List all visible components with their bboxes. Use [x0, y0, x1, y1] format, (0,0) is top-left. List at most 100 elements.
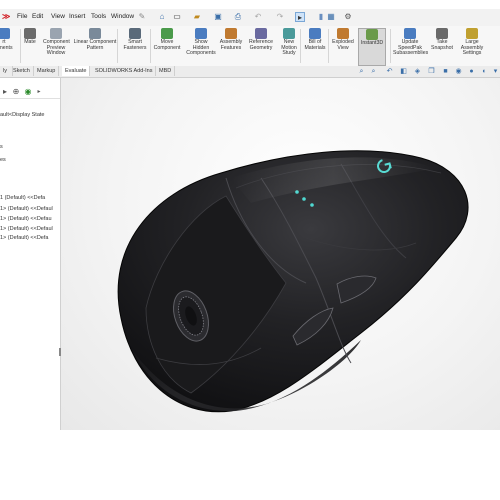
ribbon-command-label: Instant3D — [360, 40, 384, 46]
ribbon-command-label: rt onents — [0, 39, 13, 51]
zoom-area-icon[interactable]: ⌕ — [369, 67, 378, 76]
ribbon-command-13[interactable]: Update SpeedPak Subassemblies — [393, 28, 429, 57]
new-document-icon[interactable]: ▭ — [172, 12, 182, 22]
tab-mbd[interactable]: MBD — [156, 66, 176, 76]
view-orientation-icon[interactable]: ❒ — [427, 67, 436, 76]
save-icon[interactable]: ▣ — [213, 12, 223, 22]
ribbon-command-label: Bill of Materials — [304, 39, 326, 51]
ribbon-command-4[interactable]: Smart Fasteners — [121, 28, 149, 51]
large-assembly-icon — [466, 28, 478, 39]
command-manager-ribbon: rt onents Mate Component Preview WindowLin… — [0, 26, 500, 67]
redo-icon[interactable]: ↷ — [275, 12, 285, 22]
dim-xpert-icon[interactable]: ⊕ — [11, 87, 21, 97]
insert-components-icon — [0, 28, 10, 39]
ribbon-command-11[interactable]: Exploded View — [331, 28, 355, 51]
exploded-view-icon — [337, 28, 349, 39]
ribbon-command-label: Large Assembly Settings — [460, 39, 484, 57]
ribbon-command-14[interactable]: Take Snapshot — [431, 28, 453, 51]
display-manager-icon[interactable]: ◉ — [23, 87, 33, 97]
ribbon-separator — [328, 29, 329, 63]
view-settings-icon[interactable]: ▾ — [491, 67, 500, 76]
pin-icon[interactable]: ✎ — [137, 12, 147, 22]
menu-file[interactable]: File — [17, 13, 27, 20]
ribbon-command-label: Take Snapshot — [431, 39, 453, 51]
ribbon-separator — [390, 29, 391, 63]
assembly-features-icon — [225, 28, 237, 39]
file-properties-icon[interactable]: ▦ — [326, 12, 336, 22]
scene-icon[interactable]: ◐ — [480, 67, 489, 76]
show-hidden-icon — [195, 28, 207, 39]
tab-evaluate[interactable]: Evaluate — [62, 66, 91, 76]
solidworks-logo-icon[interactable]: ≫ — [2, 12, 10, 21]
menu-view[interactable]: View — [51, 13, 65, 20]
move-component-icon — [161, 28, 173, 39]
ribbon-command-0[interactable]: rt onents — [0, 28, 13, 51]
command-manager-tabs: ly Sketch Markup Evaluate SOLIDWORKS Add… — [0, 66, 500, 78]
dpi-led-3 — [310, 203, 314, 207]
tree-item-component-1[interactable]: 1 (Default) <<Defa — [0, 195, 45, 201]
ribbon-command-1[interactable]: Mate — [22, 28, 38, 46]
section-view-icon[interactable]: ◧ — [399, 67, 408, 76]
ribbon-separator — [117, 29, 118, 63]
ribbon-command-label: Exploded View — [332, 39, 354, 51]
previous-view-icon[interactable]: ↶ — [385, 67, 394, 76]
ribbon-command-label: Linear Component Pattern — [73, 39, 117, 51]
solidworks-window: ≫ File Edit View Insert Tools Window ✎ ⌂… — [0, 0, 500, 430]
ribbon-command-6[interactable]: Show Hidden Components — [185, 28, 217, 57]
ribbon-command-8[interactable]: Reference Geometry — [247, 28, 275, 51]
tree-item-component-5[interactable]: 1> (Default) <<Defa — [0, 235, 48, 241]
ribbon-separator — [300, 29, 301, 63]
tree-item-component-4[interactable]: 1> (Default) <<Defaul — [0, 226, 53, 232]
ribbon-command-label: Assembly Features — [219, 39, 243, 51]
undo-icon[interactable]: ↶ — [253, 12, 263, 22]
graphics-viewport[interactable] — [61, 78, 500, 430]
menu-insert[interactable]: Insert — [69, 13, 85, 20]
dynamic-annotation-icon[interactable]: ◈ — [413, 67, 422, 76]
ribbon-command-label: Smart Fasteners — [123, 39, 147, 51]
hide-show-items-icon[interactable]: ◉ — [454, 67, 463, 76]
tree-item-component-3[interactable]: 1> (Default) <<Defau — [0, 216, 52, 222]
configuration-manager-icon[interactable]: ▸ — [0, 87, 10, 97]
ribbon-command-12[interactable]: Instant3D — [358, 28, 386, 66]
ribbon-command-5[interactable]: Move Component — [153, 28, 181, 51]
ribbon-separator — [150, 29, 151, 63]
home-icon[interactable]: ⌂ — [157, 12, 167, 22]
bill-of-materials-icon — [309, 28, 321, 39]
linear-pattern-icon — [89, 28, 101, 39]
select-icon[interactable]: ▸ — [295, 12, 305, 22]
ribbon-command-2[interactable]: Component Preview Window — [43, 28, 70, 57]
panel-arrow-icon[interactable]: ▸ — [34, 87, 44, 97]
feature-manager-panel: ▸ ⊕ ◉ ▸ ault<Display State s es 1 (Defau… — [0, 78, 62, 430]
instant3d-icon — [366, 29, 378, 40]
menu-tools[interactable]: Tools — [91, 13, 106, 20]
tab-sketch[interactable]: Sketch — [10, 66, 34, 76]
options-gear-icon[interactable]: ⚙ — [343, 12, 353, 22]
tree-item-component-2[interactable]: 1> (Default) <<Defaul — [0, 206, 53, 212]
tree-item-sensors[interactable]: s — [0, 144, 3, 150]
zoom-to-fit-icon[interactable]: ⌕ — [357, 67, 366, 76]
tree-item-display-state[interactable]: ault<Display State — [0, 112, 44, 118]
ribbon-command-7[interactable]: Assembly Features — [218, 28, 244, 51]
ribbon-command-3[interactable]: Linear Component Pattern — [72, 28, 118, 51]
preview-window-icon — [50, 28, 62, 39]
open-folder-icon[interactable]: ▰ — [192, 12, 202, 22]
ribbon-command-label: Reference Geometry — [249, 39, 273, 51]
tab-solidworks-add-ins[interactable]: SOLIDWORKS Add-Ins — [92, 66, 157, 76]
tree-item-annotations[interactable]: es — [0, 157, 6, 163]
ribbon-command-15[interactable]: Large Assembly Settings — [456, 28, 488, 57]
ribbon-command-label: Mate — [24, 39, 36, 45]
ribbon-command-label: Update SpeedPak Subassemblies — [393, 39, 429, 57]
ribbon-separator — [20, 29, 21, 63]
snapshot-icon — [436, 28, 448, 39]
display-style-icon[interactable]: ■ — [441, 67, 450, 76]
mate-icon — [24, 28, 36, 39]
tab-markup[interactable]: Markup — [34, 66, 60, 76]
appearance-icon[interactable]: ● — [467, 67, 476, 76]
ribbon-command-10[interactable]: Bill of Materials — [303, 28, 327, 51]
panel-toolbar: ▸ ⊕ ◉ ▸ — [0, 86, 60, 99]
rebuild-icon[interactable]: ▮ — [316, 12, 326, 22]
menu-edit[interactable]: Edit — [32, 13, 43, 20]
menu-window[interactable]: Window — [111, 13, 134, 20]
ribbon-command-9[interactable]: New Motion Study — [278, 28, 300, 57]
print-icon[interactable]: ⎙ — [233, 12, 243, 22]
